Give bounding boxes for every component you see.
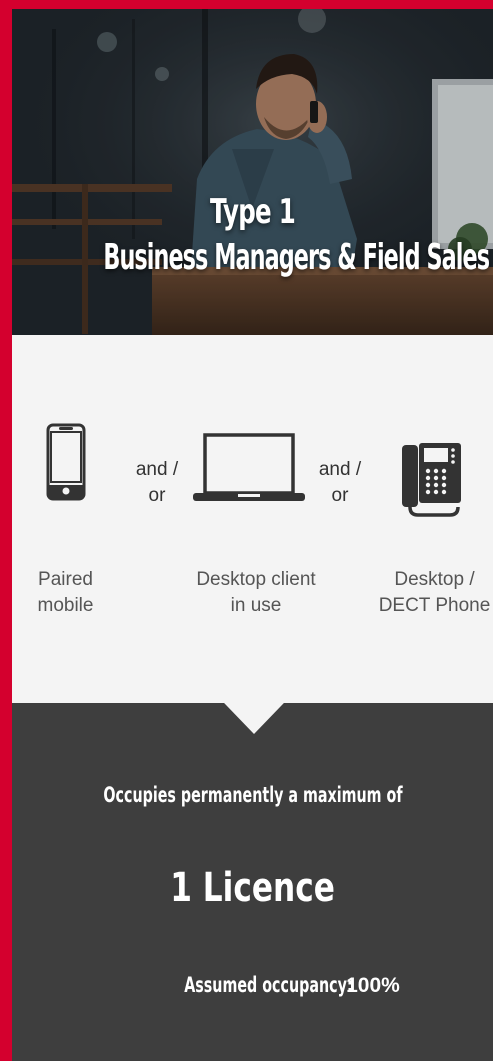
device-label-desk-phone-line2: DECT Phone xyxy=(378,595,491,616)
connector-and-or-2: and / or xyxy=(310,457,370,509)
device-section: and / or and / or Paired mobile Desktop … xyxy=(12,335,493,703)
notch-pointer xyxy=(200,678,308,734)
hero-title-line1: Type 1 xyxy=(209,192,296,232)
licence-count-text: 1 Licence xyxy=(170,865,335,911)
connector-2-line2: or xyxy=(331,485,349,506)
device-label-mobile-line1: Paired xyxy=(38,569,93,590)
desk-phone-icon xyxy=(402,443,461,517)
licence-count: 1 Licence xyxy=(12,865,493,911)
device-label-mobile-line2: mobile xyxy=(37,595,94,616)
licence-card: Type 1 Business Managers & Field Sales a… xyxy=(12,9,493,1061)
device-label-desktop-client-line2: in use xyxy=(230,595,282,616)
device-label-mobile: Paired mobile xyxy=(12,567,119,619)
occupancy-label: Assumed occupancy: xyxy=(184,973,353,997)
laptop-icon xyxy=(193,433,305,501)
device-label-desktop-client-line1: Desktop client xyxy=(196,569,316,590)
device-label-desk-phone: Desktop / DECT Phone xyxy=(376,567,493,619)
connector-2-line1: and / xyxy=(318,459,362,480)
device-label-desktop-client: Desktop client in use xyxy=(176,567,336,619)
connector-1-line2: or xyxy=(148,485,166,506)
summary-heading: Occupies permanently a maximum of xyxy=(12,783,493,807)
device-label-desk-phone-line1: Desktop / xyxy=(394,569,475,590)
occupancy-line: Assumed occupancy: 100% xyxy=(12,973,493,998)
hero-title: Type 1 Business Managers & Field Sales xyxy=(12,189,493,281)
connector-1-line1: and / xyxy=(135,459,179,480)
summary-heading-text: Occupies permanently a maximum of xyxy=(102,783,403,807)
connector-and-or-1: and / or xyxy=(127,457,187,509)
hero-title-line2: Business Managers & Field Sales xyxy=(103,237,490,278)
occupancy-value: 100% xyxy=(346,974,400,997)
hero-photo xyxy=(12,9,493,335)
mobile-phone-icon xyxy=(46,423,86,501)
hero-banner: Type 1 Business Managers & Field Sales xyxy=(12,9,493,335)
